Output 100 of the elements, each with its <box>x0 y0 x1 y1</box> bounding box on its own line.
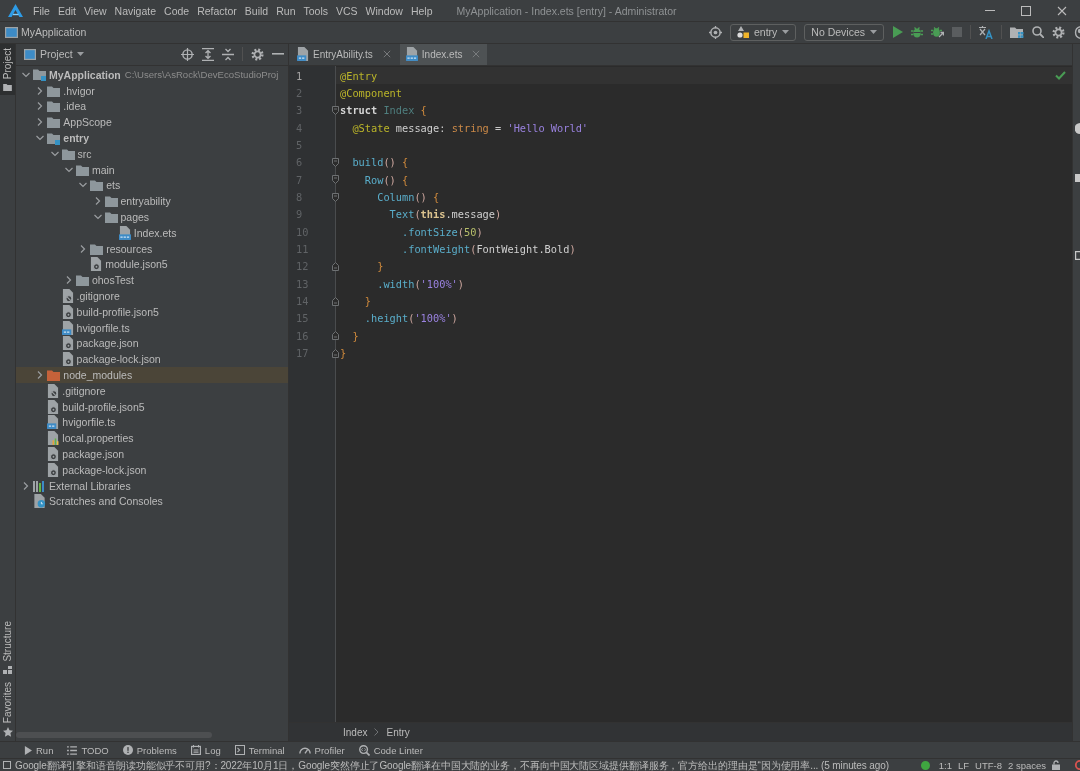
menu-item[interactable]: Code <box>160 4 194 17</box>
menu-item[interactable]: Help <box>406 4 437 17</box>
tree-item[interactable]: .hvigor <box>33 82 95 99</box>
settings-icon[interactable] <box>251 47 264 61</box>
chevron-right-icon[interactable] <box>22 481 30 490</box>
tree-item[interactable]: ohosTest <box>61 272 134 289</box>
tool-window-tab[interactable]: Project <box>0 43 15 96</box>
user-icon[interactable] <box>1073 26 1080 39</box>
chevron-down-icon[interactable] <box>79 181 88 190</box>
tree-item[interactable]: package.json <box>47 335 139 352</box>
translate-icon[interactable] <box>979 26 993 39</box>
tool-window-button[interactable]: Profiler <box>298 744 345 756</box>
tool-window-button[interactable]: TODO <box>67 744 109 756</box>
chevron-down-icon[interactable] <box>64 165 73 174</box>
locate-icon[interactable] <box>708 26 722 39</box>
menu-item[interactable]: Window <box>361 4 407 17</box>
square-icon[interactable] <box>1075 173 1080 182</box>
tree-item[interactable]: hvigorfile.ts <box>47 319 130 336</box>
collapse-all-icon[interactable] <box>222 47 234 61</box>
menu-item[interactable]: Refactor <box>193 4 241 17</box>
menu-item[interactable]: Edit <box>53 4 80 17</box>
tree-item[interactable]: .gitignore <box>47 288 120 304</box>
status-field[interactable]: 1:1 <box>938 759 952 771</box>
panel-toggle-icon[interactable] <box>3 761 11 769</box>
status-field[interactable]: 2 spaces <box>1007 759 1046 771</box>
tool-window-tab[interactable]: Structure <box>0 617 15 678</box>
unfold-icon[interactable] <box>332 331 339 341</box>
unfold-icon[interactable] <box>332 261 339 271</box>
chevron-right-icon[interactable] <box>36 86 45 95</box>
tree-item[interactable]: package.json <box>33 446 125 462</box>
tree-item[interactable]: package-lock.json <box>47 351 161 368</box>
tool-window-button[interactable]: Run <box>24 744 54 756</box>
menu-item[interactable]: View <box>80 4 111 17</box>
folder-grid-icon[interactable] <box>1010 26 1024 39</box>
chevron-down-icon[interactable] <box>50 149 59 158</box>
fold-icon[interactable] <box>332 105 339 115</box>
chevron-right-icon[interactable] <box>64 276 73 285</box>
editor-tab[interactable]: Index.ets <box>399 43 488 65</box>
chevron-right-icon[interactable] <box>36 371 45 379</box>
tree-item[interactable]: resources <box>76 240 153 257</box>
tool-window-button[interactable]: Problems <box>122 744 177 756</box>
tree-item[interactable]: package-lock.json <box>33 461 147 478</box>
status-message[interactable]: Google翻译引擎和语音朗读功能似乎不可用?：2022年10月1日，Google突然停止了Google翻译在中国大陆的业务，不再向中国大陆区域提供翻译服务，官方给出的理由是“因为使用率... (5 minutes ago) <box>15 759 889 771</box>
chevron-right-icon[interactable] <box>36 118 45 127</box>
tool-window-button[interactable]: Code Linter <box>358 744 423 756</box>
tree-item[interactable]: entry <box>33 130 89 146</box>
tree-item[interactable]: node_modules <box>16 367 288 383</box>
tree-item[interactable]: build-profile.json5 <box>33 398 145 415</box>
menu-item[interactable]: Build <box>240 4 273 17</box>
menu-item[interactable]: Navigate <box>110 4 161 17</box>
tree-item[interactable]: module.json5 <box>76 256 168 273</box>
view-selector[interactable]: Project <box>24 48 84 61</box>
editor-tab[interactable]: EntryAbility.ts <box>291 43 398 65</box>
tool-window-button[interactable]: Terminal <box>234 744 285 756</box>
chevron-down-icon[interactable] <box>22 70 30 79</box>
tree-item[interactable]: Index.ets <box>104 224 177 241</box>
close-icon[interactable] <box>472 50 481 59</box>
settings-icon[interactable] <box>1052 26 1065 39</box>
chevron-down-icon[interactable] <box>93 213 102 222</box>
tool-window-tab[interactable]: Favorites <box>0 677 15 742</box>
tool-window-button[interactable]: Log <box>190 744 221 756</box>
breadcrumb-item[interactable]: Index <box>343 726 368 738</box>
unfold-icon[interactable] <box>332 348 339 358</box>
breadcrumb-item[interactable]: Entry <box>386 726 410 738</box>
chevron-down-icon[interactable] <box>36 134 45 143</box>
menu-item[interactable]: VCS <box>332 4 362 17</box>
tree-item[interactable]: entryability <box>90 193 171 210</box>
project-name[interactable]: MyApplication <box>21 26 87 39</box>
tree-item[interactable]: Scratches and Consoles <box>19 493 163 510</box>
tree-item[interactable]: pages <box>90 209 150 225</box>
fold-icon[interactable] <box>332 175 339 185</box>
tree-item[interactable]: .gitignore <box>33 382 106 399</box>
tree-item[interactable]: ets <box>76 177 121 194</box>
tree-item[interactable]: .idea <box>33 98 87 115</box>
tree-item[interactable]: External Libraries <box>19 477 131 494</box>
scrollbar[interactable] <box>16 732 212 739</box>
tree-item[interactable]: local.properties <box>33 430 134 447</box>
tree-item[interactable]: src <box>47 145 92 162</box>
run-icon[interactable] <box>892 26 903 39</box>
menu-item[interactable]: Run <box>272 4 300 17</box>
bug-arrow-icon[interactable] <box>931 26 944 39</box>
minus-icon[interactable] <box>272 53 284 56</box>
locate-icon[interactable] <box>181 47 194 61</box>
tree-item[interactable]: build-profile.json5 <box>47 303 159 320</box>
unfold-icon[interactable] <box>332 296 339 306</box>
search-icon[interactable] <box>1032 26 1044 39</box>
chevron-right-icon[interactable] <box>79 244 88 253</box>
run-config-dropdown[interactable]: entry <box>729 24 797 41</box>
menu-item[interactable]: File <box>29 4 54 17</box>
bug-icon[interactable] <box>911 26 923 39</box>
tree-item[interactable]: main <box>61 161 115 178</box>
chevron-right-icon[interactable] <box>93 197 102 206</box>
tree-item[interactable]: hvigorfile.ts <box>33 414 116 431</box>
fold-icon[interactable] <box>332 192 339 202</box>
close-icon[interactable] <box>382 50 391 59</box>
menu-item[interactable]: Tools <box>299 4 332 17</box>
chevron-right-icon[interactable] <box>36 102 45 111</box>
expand-all-icon[interactable] <box>202 47 214 61</box>
status-field[interactable]: UTF-8 <box>975 759 1002 771</box>
device-dropdown[interactable]: No Devices <box>804 24 884 41</box>
